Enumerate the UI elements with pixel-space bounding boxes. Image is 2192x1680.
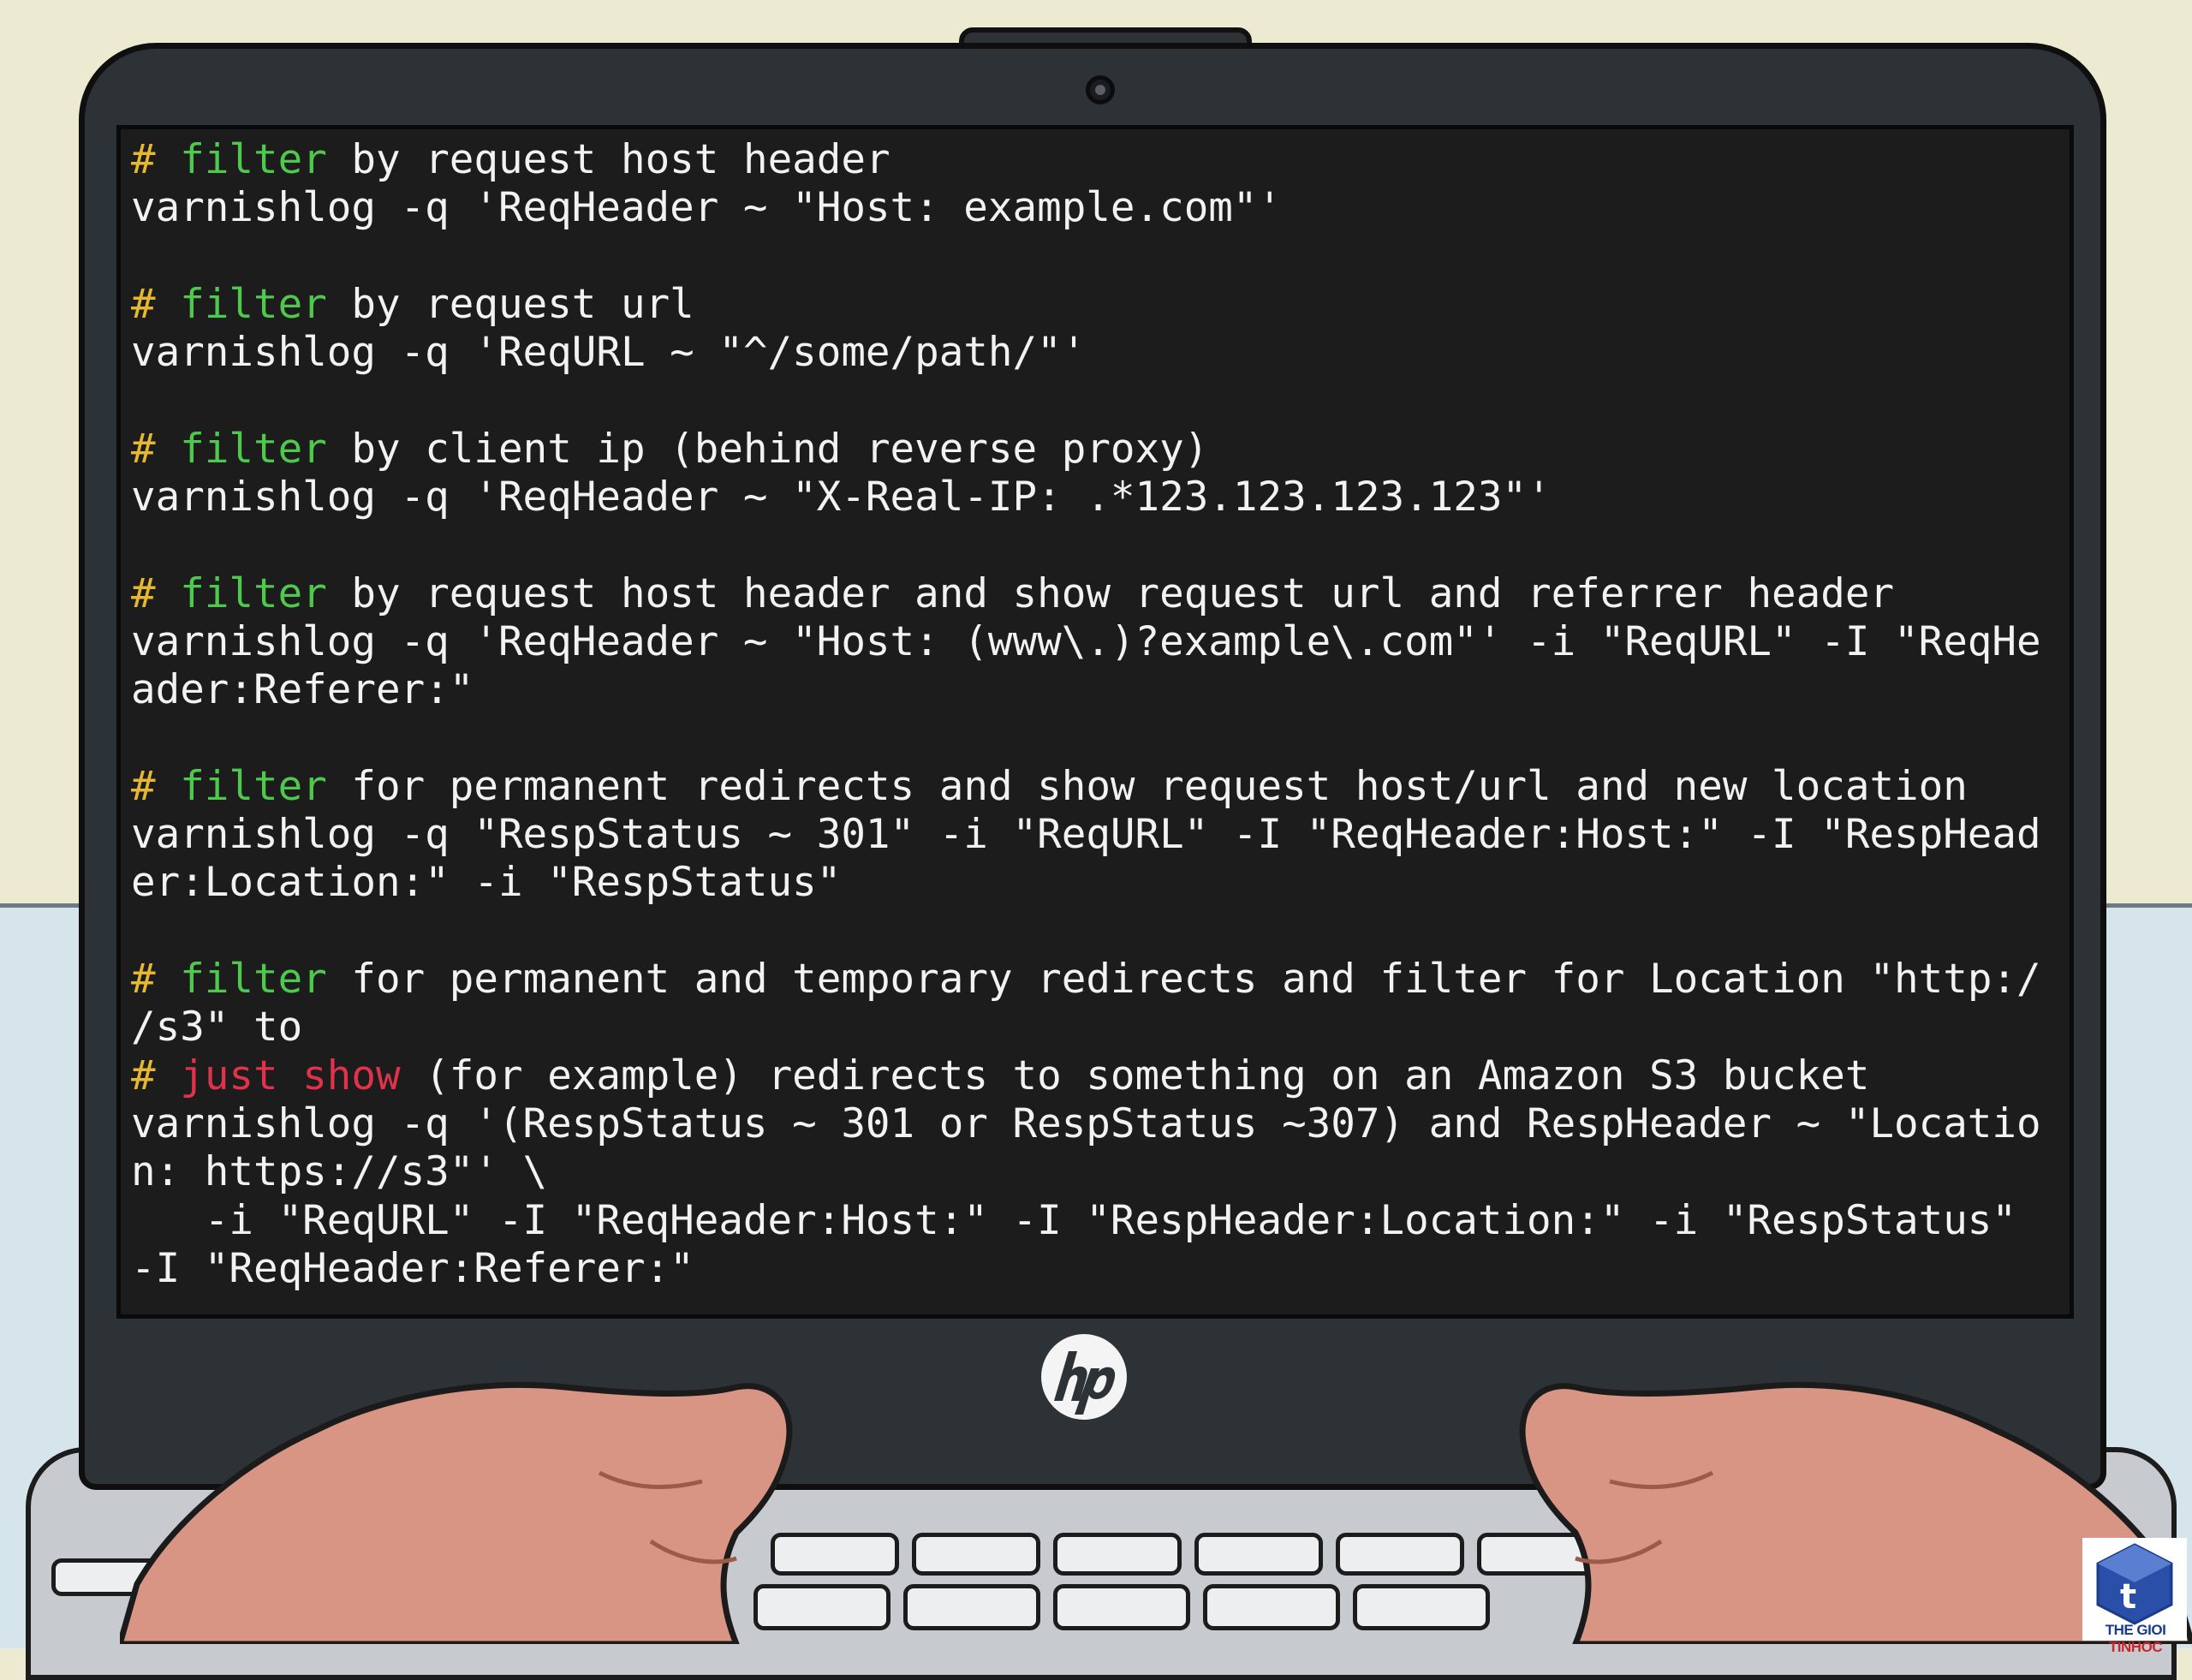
comment-hash: # (131, 762, 156, 810)
keyboard-key[interactable] (1203, 1584, 1340, 1630)
keyboard-key[interactable] (1053, 1533, 1182, 1576)
watermark-text: THE GIOI TINHOC (2105, 1622, 2166, 1655)
terminal-line: # filter for permanent and temporary red… (131, 956, 2059, 1004)
terminal-text: ader:Referer:" (131, 666, 474, 714)
terminal-text: varnishlog -q '(RespStatus ~ 301 or Resp… (131, 1099, 2041, 1147)
terminal-text: er:Location:" -i "RespStatus" (131, 859, 842, 907)
terminal-line: ader:Referer:" (131, 666, 2059, 714)
terminal-line: varnishlog -q 'ReqHeader ~ "Host: exampl… (131, 184, 2059, 232)
terminal-line: # just show (for example) redirects to s… (131, 1052, 2059, 1100)
comment-hash: # (131, 280, 156, 328)
terminal-line: n: https://s3"' \ (131, 1148, 2059, 1196)
keyboard-key[interactable] (1194, 1533, 1323, 1576)
terminal-line: -i "ReqURL" -I "ReqHeader:Host:" -I "Res… (131, 1197, 2059, 1245)
terminal-text: for permanent and temporary redirects an… (326, 956, 2041, 1004)
terminal-line: # filter by client ip (behind reverse pr… (131, 426, 2059, 474)
keyboard-key[interactable] (912, 1533, 1040, 1576)
terminal-window[interactable]: # filter by request host header varnishlo… (116, 125, 2074, 1319)
comment-hash: # (131, 569, 156, 617)
terminal-text: for permanent redirects and show request… (326, 762, 1968, 810)
terminal-text: varnishlog -q 'ReqURL ~ "^/some/path/"' (131, 329, 1087, 377)
terminal-text: by request host header (326, 136, 890, 183)
keyboard-key[interactable] (1336, 1533, 1464, 1576)
highlighted-keyword: just show (180, 1051, 401, 1099)
left-hand (120, 1381, 793, 1644)
terminal-line: varnishlog -q "RespStatus ~ 301" -i "Req… (131, 811, 2059, 859)
terminal-line: -I "ReqHeader:Referer:" (131, 1245, 2059, 1293)
highlighted-keyword: filter (180, 569, 327, 617)
keyboard-key[interactable] (1353, 1584, 1490, 1630)
terminal-text: by request url (326, 280, 694, 328)
highlighted-keyword: filter (180, 425, 327, 473)
comment-hash: # (131, 956, 156, 1004)
terminal-line: varnishlog -q 'ReqHeader ~ "Host: (www\.… (131, 618, 2059, 666)
terminal-text: varnishlog -q 'ReqHeader ~ "X-Real-IP: .… (131, 474, 1552, 521)
comment-hash: # (131, 136, 156, 183)
terminal-output[interactable]: # filter by request host header varnishlo… (131, 136, 2059, 1293)
terminal-text: -I "ReqHeader:Referer:" (131, 1244, 694, 1292)
svg-text:t: t (2120, 1577, 2136, 1617)
terminal-text: -i "ReqURL" -I "ReqHeader:Host:" -I "Res… (131, 1196, 2017, 1244)
terminal-text: by client ip (behind reverse proxy) (326, 425, 1209, 473)
comment-hash: # (131, 425, 156, 473)
terminal-line: er:Location:" -i "RespStatus" (131, 859, 2059, 907)
highlighted-keyword: filter (180, 956, 327, 1004)
terminal-line: # filter for permanent redirects and sho… (131, 763, 2059, 811)
terminal-text: by request host header and show request … (326, 569, 1895, 617)
highlighted-keyword: filter (180, 762, 327, 810)
comment-hash: # (131, 1051, 156, 1099)
terminal-line: varnishlog -q '(RespStatus ~ 301 or Resp… (131, 1100, 2059, 1148)
hp-logo-icon (1041, 1334, 1127, 1420)
webcam-lens (1095, 85, 1105, 95)
keyboard-key[interactable] (903, 1584, 1040, 1630)
terminal-text: (for example) redirects to something on … (400, 1051, 1870, 1099)
terminal-line: # filter by request url (131, 281, 2059, 329)
terminal-text: varnishlog -q "RespStatus ~ 301" -i "Req… (131, 811, 2041, 859)
terminal-text: varnishlog -q 'ReqHeader ~ "Host: exampl… (131, 184, 1283, 232)
terminal-line: # filter by request host header and show… (131, 570, 2059, 618)
terminal-text: varnishlog -q 'ReqHeader ~ "Host: (www\.… (131, 617, 2041, 665)
terminal-line: # filter by request host header (131, 136, 2059, 184)
keyboard-key[interactable] (1053, 1584, 1190, 1630)
terminal-line: varnishlog -q 'ReqURL ~ "^/some/path/"' (131, 329, 2059, 377)
terminal-line: /s3" to (131, 1004, 2059, 1051)
terminal-line: varnishlog -q 'ReqHeader ~ "X-Real-IP: .… (131, 474, 2059, 521)
terminal-text: /s3" to (131, 1004, 303, 1051)
highlighted-keyword: filter (180, 280, 327, 328)
highlighted-keyword: filter (180, 136, 327, 183)
terminal-text: n: https://s3"' \ (131, 1148, 548, 1196)
